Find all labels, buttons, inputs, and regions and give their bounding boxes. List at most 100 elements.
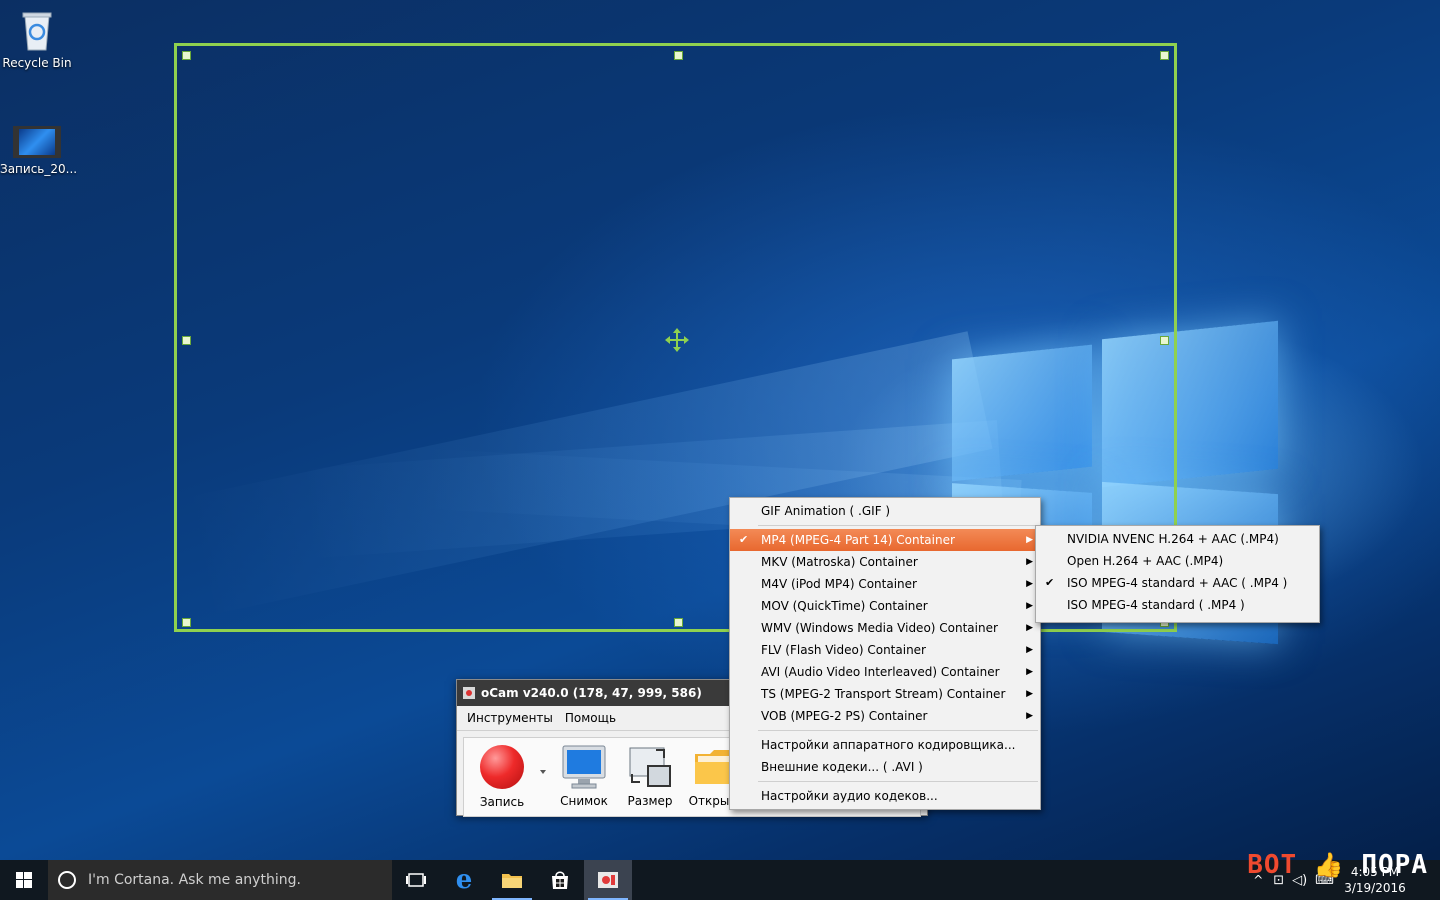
resize-handle-bottom[interactable] (674, 618, 683, 627)
watermark-part2: ПОРА (1361, 850, 1428, 880)
ocam-taskbar-button[interactable] (584, 860, 632, 900)
menu-item-label: NVIDIA NVENC H.264 + AAC (.MP4) (1067, 532, 1279, 546)
move-cross-icon[interactable] (664, 327, 690, 353)
menu-item-nvenc[interactable]: NVIDIA NVENC H.264 + AAC (.MP4) (1036, 528, 1319, 550)
ocam-title: oCam v240.0 (178, 47, 999, 586) (481, 686, 702, 700)
record-label: Запись (479, 795, 525, 809)
edge-icon: e (455, 865, 473, 895)
menu-item-label: Настройки аудио кодеков... (761, 789, 938, 803)
menu-item-audio-codec-settings[interactable]: Настройки аудио кодеков... (730, 785, 1040, 807)
menu-item-avi[interactable]: AVI (Audio Video Interleaved) Container ▶ (730, 661, 1040, 683)
ocam-icon (463, 687, 475, 699)
submenu-arrow-icon: ▶ (1026, 535, 1033, 545)
taskbar: I'm Cortana. Ask me anything. e ^ ⊡ ◁) ⌨… (0, 860, 1440, 900)
cortana-icon (58, 871, 76, 889)
resize-handle-left[interactable] (182, 336, 191, 345)
screenshot-button[interactable]: Снимок (554, 744, 614, 816)
menu-item-ts[interactable]: TS (MPEG-2 Transport Stream) Container ▶ (730, 683, 1040, 705)
desktop-icon-video-file[interactable]: Запись_20... (0, 126, 78, 176)
resize-handle-top-right[interactable] (1160, 51, 1169, 60)
menu-item-m4v[interactable]: M4V (iPod MP4) Container ▶ (730, 573, 1040, 595)
menu-item-mp4[interactable]: ✔ MP4 (MPEG-4 Part 14) Container ▶ (730, 529, 1040, 551)
resize-label: Размер (627, 794, 673, 808)
menu-item-hw-encoder-settings[interactable]: Настройки аппаратного кодировщика... (730, 734, 1040, 756)
menu-item-gif[interactable]: GIF Animation ( .GIF ) (730, 500, 1040, 522)
menu-item-external-codecs[interactable]: Внешние кодеки... ( .AVI ) (730, 756, 1040, 778)
menu-item-label: TS (MPEG-2 Transport Stream) Container (761, 687, 1006, 701)
submenu-arrow-icon: ▶ (1026, 711, 1033, 721)
menu-item-label: ISO MPEG-4 standard ( .MP4 ) (1067, 598, 1245, 612)
submenu-arrow-icon: ▶ (1026, 623, 1033, 633)
watermark-part1: BOT (1247, 850, 1298, 880)
cortana-search-box[interactable]: I'm Cortana. Ask me anything. (48, 860, 392, 900)
menu-item-iso-mpeg4[interactable]: ISO MPEG-4 standard ( .MP4 ) (1036, 594, 1319, 616)
submenu-arrow-icon: ▶ (1026, 645, 1033, 655)
desktop-icon-recycle-bin[interactable]: Recycle Bin (0, 8, 74, 70)
menu-item-label: MKV (Matroska) Container (761, 555, 918, 569)
menu-item-label: MOV (QuickTime) Container (761, 599, 928, 613)
menu-item-flv[interactable]: FLV (Flash Video) Container ▶ (730, 639, 1040, 661)
video-file-icon (13, 126, 61, 158)
menu-item-label: Настройки аппаратного кодировщика... (761, 738, 1016, 752)
screenshot-label: Снимок (560, 794, 608, 808)
mp4-submenu: NVIDIA NVENC H.264 + AAC (.MP4) Open H.2… (1035, 525, 1320, 623)
resize-icon (626, 744, 674, 790)
thumbs-up-icon: 👍 (1313, 851, 1345, 879)
watermark-logo: BOT 👍 ПОРА (1247, 850, 1428, 880)
menu-item-wmv[interactable]: WMV (Windows Media Video) Container ▶ (730, 617, 1040, 639)
record-button[interactable]: Запись (472, 744, 532, 816)
desktop-icon-label: Recycle Bin (2, 56, 72, 70)
menu-item-label: M4V (iPod MP4) Container (761, 577, 917, 591)
edge-button[interactable]: e (440, 860, 488, 900)
file-explorer-button[interactable] (488, 860, 536, 900)
menu-item-mkv[interactable]: MKV (Matroska) Container ▶ (730, 551, 1040, 573)
windows-icon (16, 872, 32, 888)
submenu-arrow-icon: ▶ (1026, 557, 1033, 567)
submenu-arrow-icon: ▶ (1026, 601, 1033, 611)
menu-item-label: WMV (Windows Media Video) Container (761, 621, 998, 635)
menu-item-label: Внешние кодеки... ( .AVI ) (761, 760, 923, 774)
resize-handle-top-left[interactable] (182, 51, 191, 60)
menu-separator (758, 781, 1038, 782)
check-icon: ✔ (1045, 576, 1055, 589)
task-view-icon (406, 873, 426, 887)
store-button[interactable] (536, 860, 584, 900)
file-explorer-icon (502, 874, 522, 888)
desktop-icon-label: Запись_20... (0, 162, 78, 176)
menu-item-label: ISO MPEG-4 standard + AAC ( .MP4 ) (1067, 576, 1288, 590)
menu-item-label: VOB (MPEG-2 PS) Container (761, 709, 928, 723)
clock-date: 3/19/2016 (1344, 881, 1406, 895)
menu-separator (758, 525, 1038, 526)
resize-handle-bottom-left[interactable] (182, 618, 191, 627)
task-view-button[interactable] (392, 860, 440, 900)
menu-item-label: GIF Animation ( .GIF ) (761, 504, 891, 518)
format-context-menu: GIF Animation ( .GIF ) ✔ MP4 (MPEG-4 Part… (729, 497, 1041, 810)
menu-item-label: FLV (Flash Video) Container (761, 643, 926, 657)
submenu-arrow-icon: ▶ (1026, 689, 1033, 699)
check-icon: ✔ (739, 533, 749, 546)
menu-item-iso-mpeg4-aac[interactable]: ✔ ISO MPEG-4 standard + AAC ( .MP4 ) (1036, 572, 1319, 594)
menu-item-vob[interactable]: VOB (MPEG-2 PS) Container ▶ (730, 705, 1040, 727)
resize-button[interactable]: Размер (620, 744, 680, 816)
monitor-icon (560, 744, 608, 790)
menu-item-label: MP4 (MPEG-4 Part 14) Container (761, 533, 955, 547)
menu-tools[interactable]: Инструменты (467, 711, 553, 725)
store-icon (552, 871, 568, 889)
chevron-down-icon (540, 770, 546, 774)
resize-handle-right[interactable] (1160, 336, 1169, 345)
record-dropdown-button[interactable] (538, 744, 548, 816)
submenu-arrow-icon: ▶ (1026, 579, 1033, 589)
menu-item-open-h264[interactable]: Open H.264 + AAC (.MP4) (1036, 550, 1319, 572)
menu-item-label: AVI (Audio Video Interleaved) Container (761, 665, 1000, 679)
resize-handle-top[interactable] (674, 51, 683, 60)
start-button[interactable] (0, 860, 48, 900)
menu-item-mov[interactable]: MOV (QuickTime) Container ▶ (730, 595, 1040, 617)
menu-item-label: Open H.264 + AAC (.MP4) (1067, 554, 1224, 568)
search-placeholder: I'm Cortana. Ask me anything. (88, 872, 301, 888)
ocam-icon (598, 872, 618, 888)
record-icon (480, 745, 524, 789)
menu-separator (758, 730, 1038, 731)
recycle-bin-icon (19, 8, 55, 52)
submenu-arrow-icon: ▶ (1026, 667, 1033, 677)
menu-help[interactable]: Помощь (565, 711, 616, 725)
